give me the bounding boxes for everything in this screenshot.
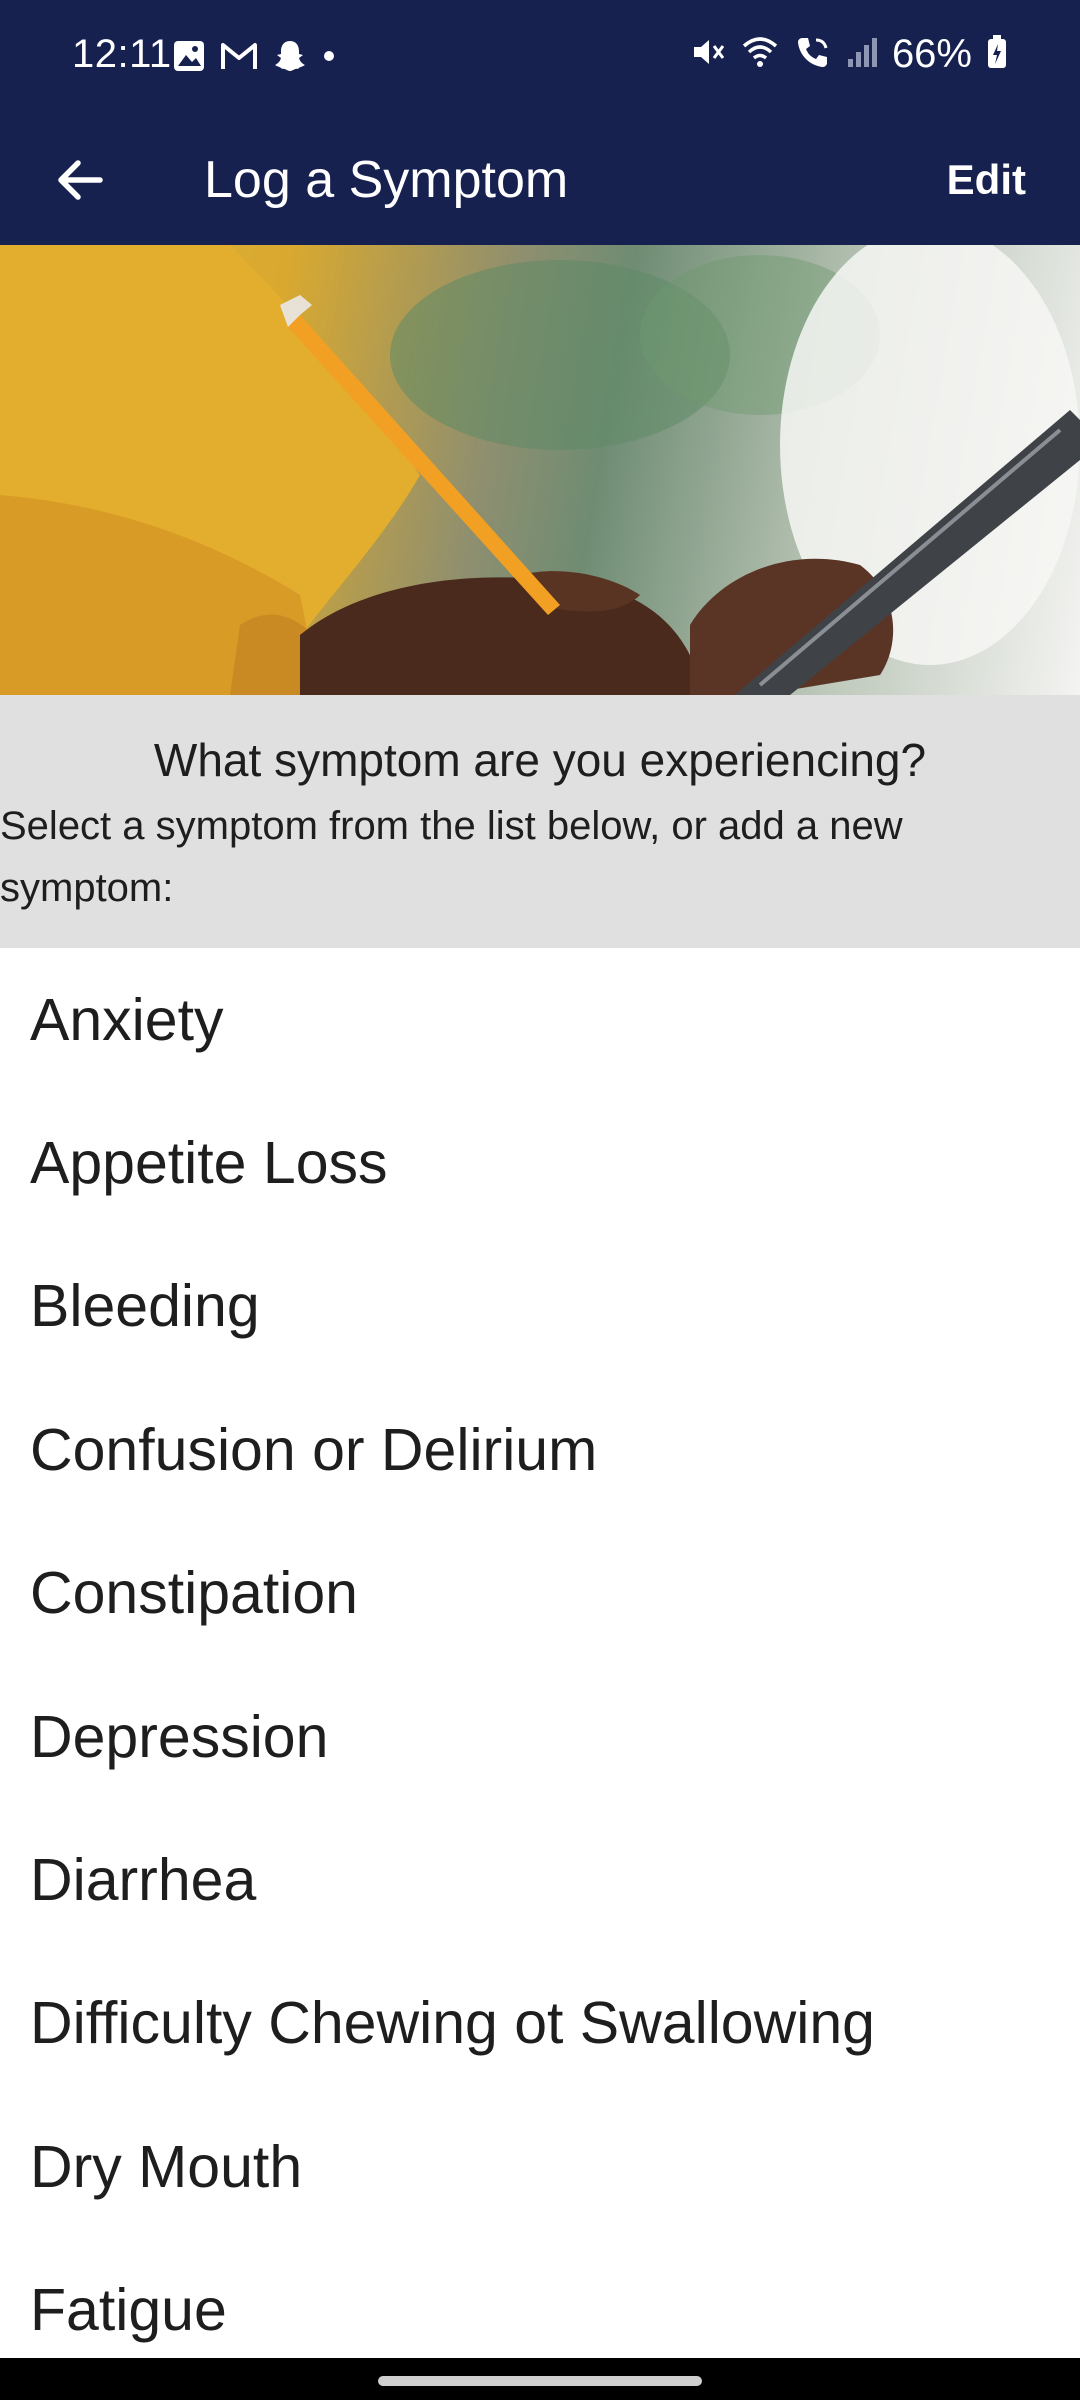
system-navigation-bar <box>0 2358 1080 2400</box>
mute-icon <box>690 34 726 75</box>
app-header: 12:11 66% Log a Symptom Edit <box>0 0 1080 245</box>
arrow-left-icon <box>54 154 106 211</box>
wifi-call-icon <box>794 34 832 75</box>
symptom-list: Anxiety Appetite Loss Bleeding Confusion… <box>0 948 1080 2382</box>
page-title: Log a Symptom <box>204 151 569 209</box>
symptom-item-dry-mouth[interactable]: Dry Mouth <box>0 2095 1080 2238</box>
symptom-item-appetite-loss[interactable]: Appetite Loss <box>0 1091 1080 1234</box>
back-button[interactable] <box>40 142 120 222</box>
symptom-item-diarrhea[interactable]: Diarrhea <box>0 1808 1080 1951</box>
status-notification-icons <box>172 38 336 79</box>
hero-image <box>0 245 1080 695</box>
gmail-icon <box>220 41 258 76</box>
symptom-item-difficulty-chewing[interactable]: Difficulty Chewing ot Swallowing <box>0 1952 1080 2095</box>
symptom-item-confusion-or-delirium[interactable]: Confusion or Delirium <box>0 1378 1080 1521</box>
symptom-item-depression[interactable]: Depression <box>0 1665 1080 1808</box>
gallery-icon <box>172 39 206 78</box>
symptom-item-constipation[interactable]: Constipation <box>0 1522 1080 1665</box>
dot-icon <box>322 49 336 68</box>
battery-percentage: 66% <box>891 32 972 76</box>
symptom-item-anxiety[interactable]: Anxiety <box>0 948 1080 1091</box>
status-time: 12:11 <box>72 32 172 76</box>
symptom-item-bleeding[interactable]: Bleeding <box>0 1235 1080 1378</box>
prompt-instruction: Select a symptom from the list below, or… <box>0 804 903 910</box>
app-bar: Log a Symptom Edit <box>0 120 1080 245</box>
hero-illustration <box>0 245 1080 695</box>
edit-button[interactable]: Edit <box>947 156 1026 204</box>
battery-icon <box>986 34 1008 75</box>
wifi-icon <box>740 34 780 75</box>
prompt-question: What symptom are you experiencing? <box>153 734 927 786</box>
status-system-icons: 66% <box>690 32 1008 77</box>
status-bar: 12:11 66% <box>0 0 1080 120</box>
snapchat-icon <box>272 38 308 79</box>
symptom-prompt: What symptom are you experiencing? Selec… <box>0 695 1080 948</box>
home-gesture-handle[interactable] <box>378 2376 702 2386</box>
signal-icon <box>846 35 878 74</box>
